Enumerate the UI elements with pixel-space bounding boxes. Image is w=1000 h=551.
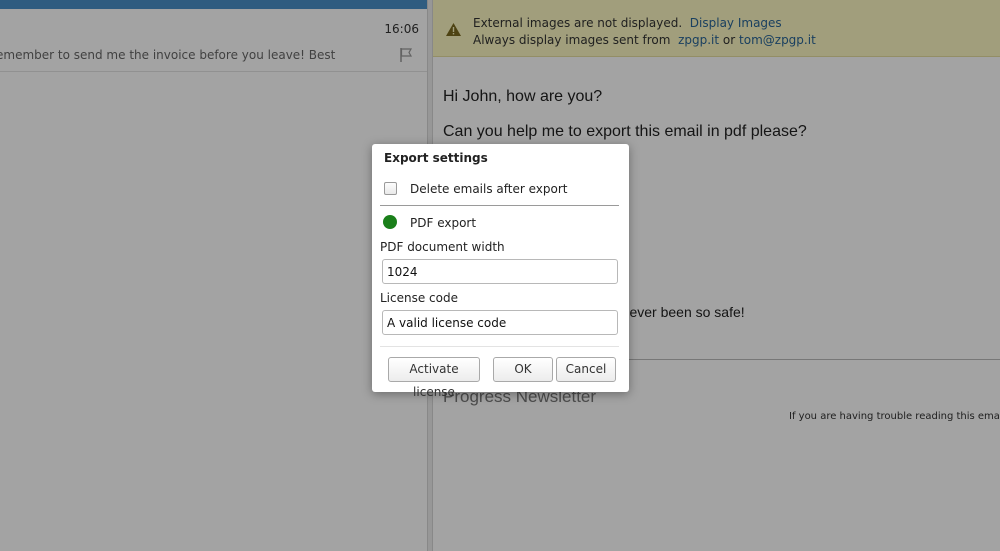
export-settings-dialog: Export settings Delete emails after expo…: [372, 144, 629, 399]
pdf-export-status-icon: [383, 215, 397, 229]
license-code-label: License code: [380, 291, 458, 305]
pdf-export-label: PDF export: [410, 216, 477, 230]
delete-emails-label[interactable]: Delete emails after export: [410, 182, 567, 196]
ok-button[interactable]: OK: [493, 357, 553, 382]
pdf-width-input[interactable]: [382, 259, 618, 284]
license-code-input[interactable]: [382, 310, 618, 335]
cancel-button[interactable]: Cancel: [556, 357, 616, 382]
pdf-width-label: PDF document width: [380, 240, 505, 254]
dialog-title: Export settings: [384, 151, 488, 165]
delete-emails-checkbox[interactable]: [384, 182, 397, 195]
dialog-divider: [380, 205, 619, 206]
activate-license-button[interactable]: Activate license: [388, 357, 480, 399]
dialog-footer-divider: [380, 346, 619, 347]
